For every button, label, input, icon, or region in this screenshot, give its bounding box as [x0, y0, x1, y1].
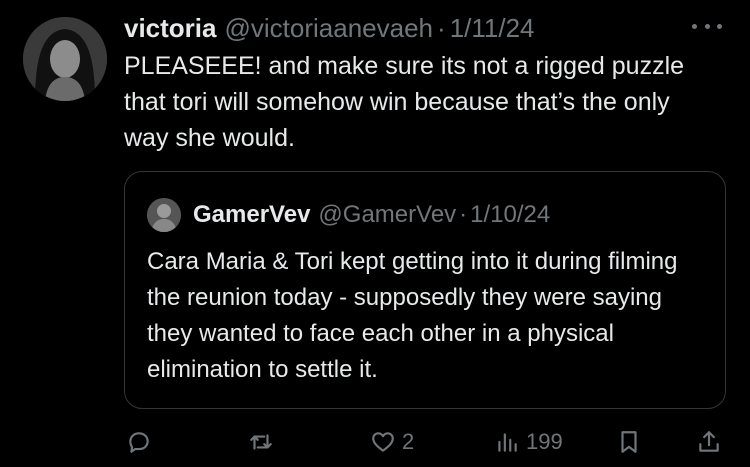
- quoted-tweet-text: Cara Maria & Tori kept getting into it d…: [147, 248, 678, 383]
- separator-dot: ·: [437, 12, 446, 43]
- like-button[interactable]: 2: [370, 424, 414, 460]
- author-name[interactable]: victoria: [124, 13, 217, 44]
- reply-icon: [129, 432, 149, 453]
- quoted-author-handle[interactable]: @GamerVev: [318, 201, 456, 229]
- tweet-header: victoria @victoriaanevaeh · 1/11/24: [124, 10, 535, 46]
- quoted-tweet[interactable]: GamerVev @GamerVev · 1/10/24 Cara Maria …: [124, 171, 726, 409]
- tweet-date[interactable]: 1/11/24: [450, 13, 535, 44]
- reply-button[interactable]: [126, 424, 152, 460]
- quoted-author-avatar[interactable]: [147, 198, 181, 232]
- views-icon: [498, 433, 517, 452]
- bookmark-button[interactable]: [616, 424, 642, 460]
- quoted-author-name[interactable]: GamerVev: [193, 201, 310, 229]
- views-count: 199: [526, 429, 563, 454]
- quoted-tweet-date[interactable]: 1/10/24: [470, 201, 550, 229]
- like-count: 2: [402, 429, 415, 454]
- retweet-button[interactable]: [248, 424, 274, 460]
- heart-icon: [372, 432, 394, 452]
- action-bar: 2 199: [124, 424, 726, 460]
- more-options-icon[interactable]: [692, 14, 722, 38]
- tweet: victoria @victoriaanevaeh · 1/11/24 PLEA…: [0, 0, 750, 467]
- views-button[interactable]: 199: [494, 424, 563, 460]
- retweet-icon: [250, 434, 272, 450]
- tweet-text: PLEASEEE! and make sure its not a rigged…: [124, 52, 685, 152]
- bookmark-icon: [621, 431, 637, 453]
- quoted-tweet-header: GamerVev @GamerVev · 1/10/24: [147, 198, 550, 232]
- share-button[interactable]: [696, 424, 722, 460]
- author-handle[interactable]: @victoriaanevaeh: [225, 13, 434, 44]
- quoted-separator-dot: ·: [459, 201, 468, 228]
- share-icon: [699, 431, 719, 452]
- author-avatar[interactable]: [23, 17, 107, 101]
